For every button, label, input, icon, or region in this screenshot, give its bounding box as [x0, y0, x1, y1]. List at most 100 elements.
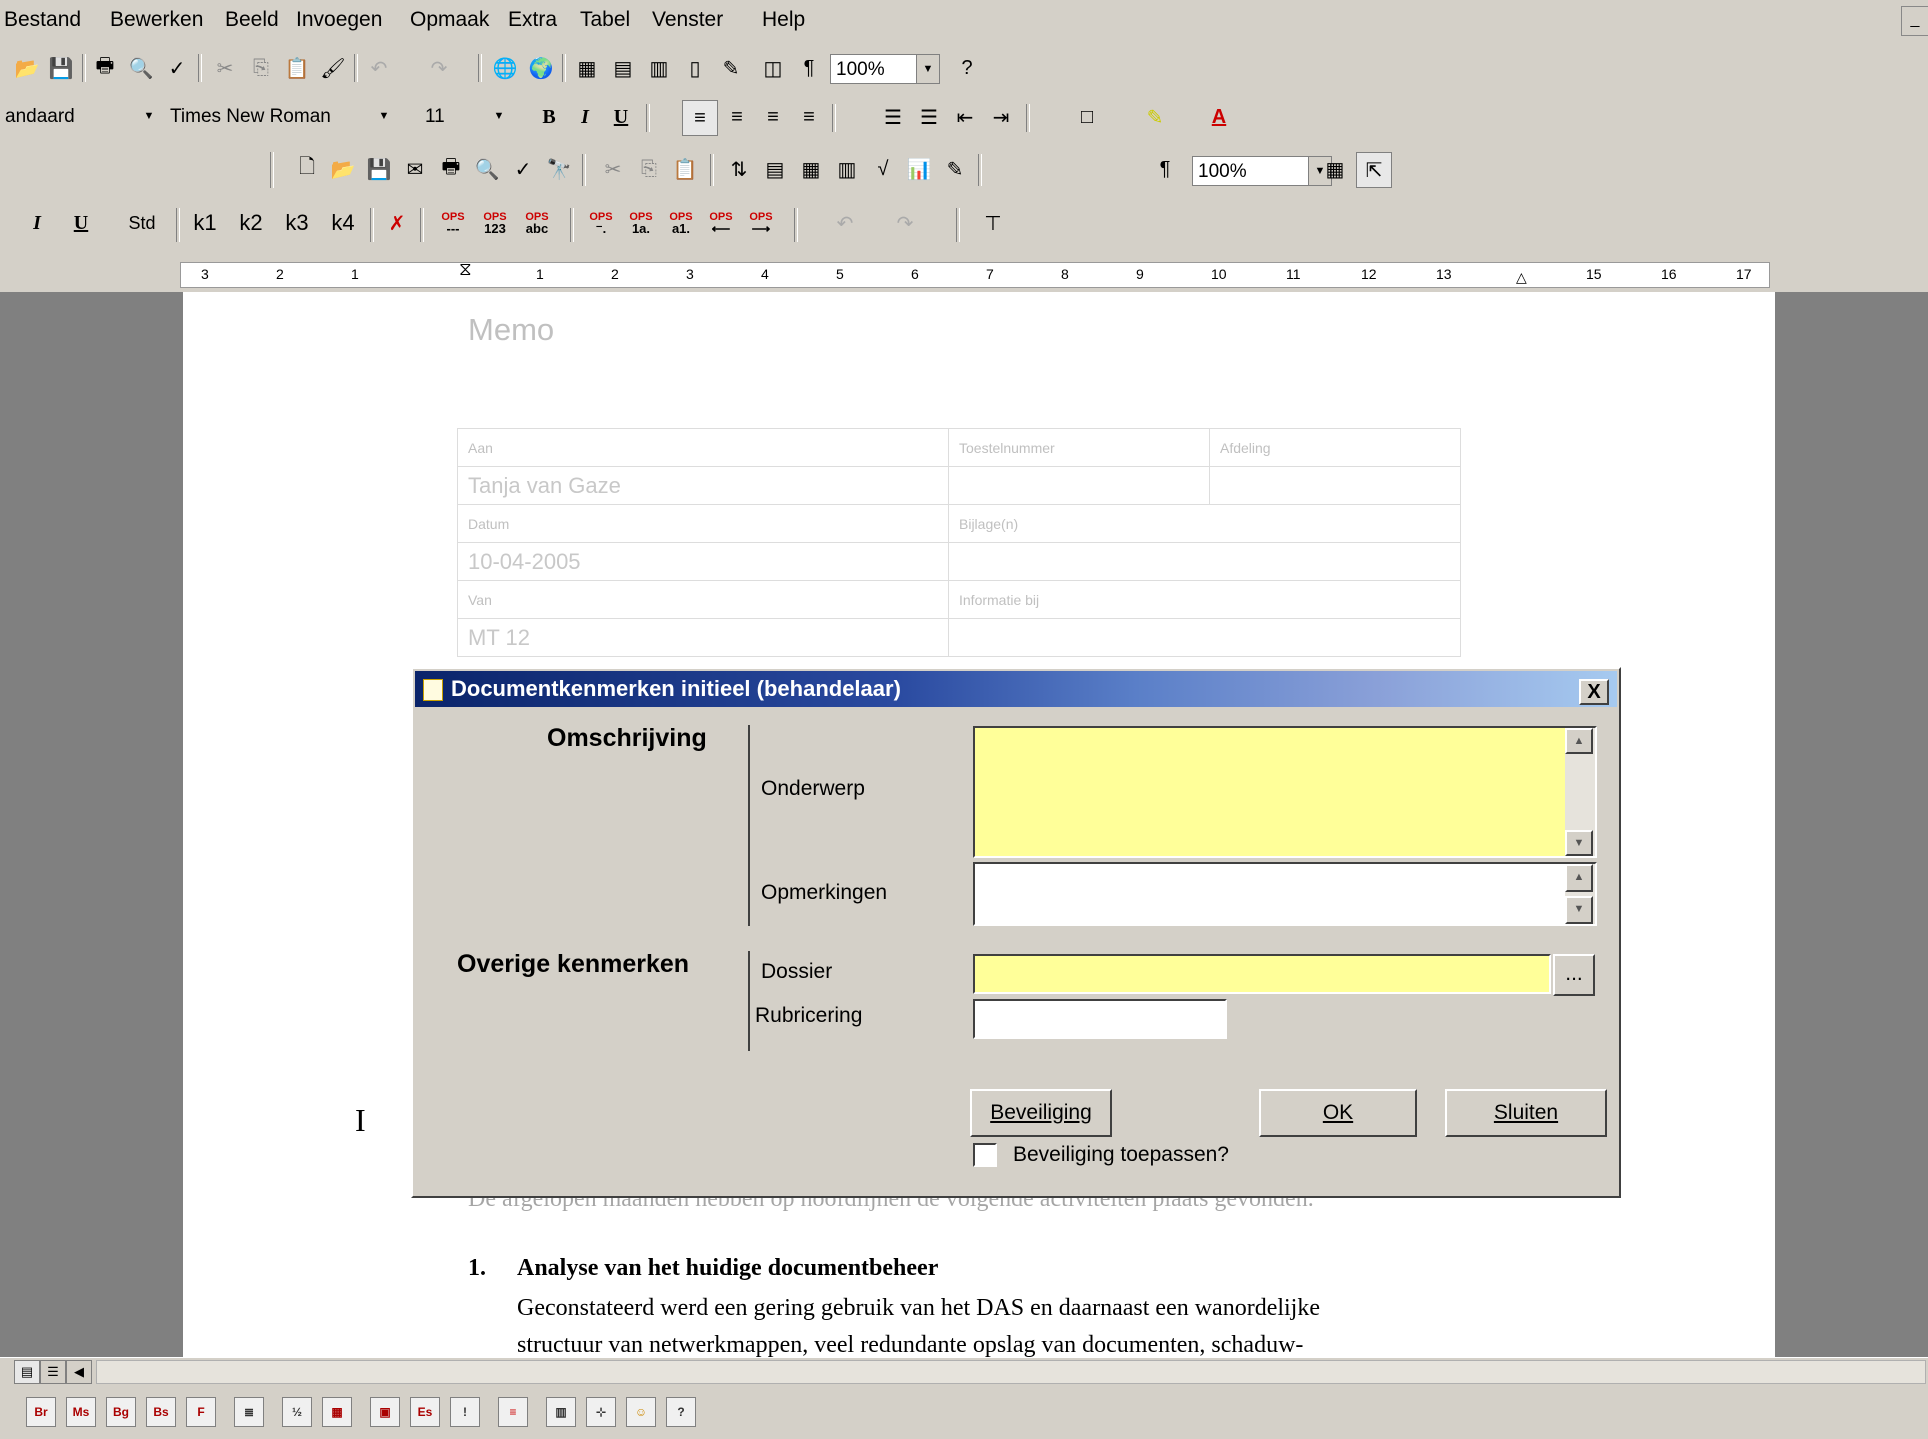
- sluiten-button[interactable]: Sluiten: [1445, 1089, 1607, 1137]
- insert-table-icon[interactable]: ▥: [830, 152, 864, 186]
- spelling-icon[interactable]: ✓: [160, 51, 194, 85]
- ops-bullet-button[interactable]: OPS ⁻.: [582, 212, 620, 236]
- menu-invoegen[interactable]: Invoegen: [296, 8, 382, 32]
- k1-button[interactable]: k1: [182, 206, 228, 240]
- scroll-track[interactable]: [96, 1360, 1926, 1384]
- beveiliging-checkbox[interactable]: [973, 1143, 997, 1167]
- underline-button[interactable]: U: [64, 206, 98, 240]
- help-icon[interactable]: ?: [666, 1397, 696, 1427]
- cut-icon[interactable]: ✂: [596, 152, 630, 186]
- underline-button[interactable]: U: [604, 100, 638, 134]
- ops-a1-button[interactable]: OPS a1.: [662, 212, 700, 236]
- ops-indent-button[interactable]: OPS ⟶: [742, 212, 780, 236]
- chevron-down-icon[interactable]: ▼: [488, 102, 510, 130]
- chevron-down-icon[interactable]: ▼: [916, 55, 939, 83]
- ops-abc-button[interactable]: OPS abc: [518, 212, 556, 236]
- close-button[interactable]: X: [1579, 679, 1609, 705]
- table-color-icon[interactable]: ▦: [322, 1397, 352, 1427]
- zoom-combo[interactable]: 100% ▼: [830, 54, 940, 84]
- style-combo[interactable]: andaard ▼: [0, 102, 160, 132]
- align-center-icon[interactable]: ≡: [720, 100, 754, 134]
- alert-icon[interactable]: !: [450, 1397, 480, 1427]
- menu-help[interactable]: Help: [762, 8, 805, 32]
- ops-123-button[interactable]: OPS 123: [476, 212, 514, 236]
- select-icon[interactable]: ⇱: [1356, 152, 1392, 188]
- menu-extra[interactable]: Extra: [508, 8, 557, 32]
- indent-marker-icon[interactable]: ⧖: [459, 259, 472, 280]
- minimize-button[interactable]: _: [1901, 6, 1928, 36]
- save-icon[interactable]: 💾: [362, 152, 396, 186]
- justify-icon[interactable]: ≡: [792, 100, 826, 134]
- insert-excel-icon[interactable]: ▥: [642, 51, 676, 85]
- dossier-field[interactable]: [973, 954, 1551, 994]
- size-combo[interactable]: 11 ▼: [420, 102, 510, 132]
- outline-view-icon[interactable]: ☰: [40, 1360, 66, 1384]
- bold-button[interactable]: B: [532, 100, 566, 134]
- undo-icon[interactable]: ↶: [828, 206, 862, 240]
- align-right-icon[interactable]: ≡: [756, 100, 790, 134]
- format-painter-icon[interactable]: 🖌: [316, 51, 350, 85]
- normal-view-icon[interactable]: ▤: [14, 1360, 40, 1384]
- chart-icon[interactable]: 📊: [902, 152, 936, 186]
- italic-button[interactable]: I: [568, 100, 602, 134]
- columns-icon[interactable]: ▯: [678, 51, 712, 85]
- drawing-icon[interactable]: ✎: [938, 152, 972, 186]
- onderwerp-field[interactable]: ▲ ▼: [973, 726, 1597, 858]
- br-icon[interactable]: Br: [26, 1397, 56, 1427]
- zoom-combo-secondary[interactable]: 100% ▼: [1192, 156, 1332, 186]
- show-hide-icon[interactable]: ¶: [792, 51, 826, 85]
- fraction-icon[interactable]: ½: [282, 1397, 312, 1427]
- ops-1a-button[interactable]: OPS 1a.: [622, 212, 660, 236]
- menu-bestand[interactable]: Bestand: [4, 8, 81, 32]
- open-icon[interactable]: 📂: [326, 152, 360, 186]
- document-map-icon[interactable]: ◫: [756, 51, 790, 85]
- scroll-down-icon[interactable]: ▼: [1565, 830, 1593, 856]
- decrease-indent-icon[interactable]: ⇤: [948, 100, 982, 134]
- right-indent-marker-icon[interactable]: △: [1516, 269, 1527, 286]
- stripes-icon[interactable]: ≡: [498, 1397, 528, 1427]
- print-icon[interactable]: 🖶: [88, 51, 122, 85]
- ops-clear-icon[interactable]: ✗: [380, 206, 414, 240]
- highlight-icon[interactable]: ✎: [1138, 100, 1172, 134]
- chevron-down-icon[interactable]: ▼: [373, 102, 395, 130]
- bullets-icon[interactable]: ☰: [912, 100, 946, 134]
- ok-button[interactable]: OK: [1259, 1089, 1417, 1137]
- menu-venster[interactable]: Venster: [652, 8, 723, 32]
- scroll-up-icon[interactable]: ▲: [1565, 864, 1593, 892]
- esl-icon[interactable]: Es: [410, 1397, 440, 1427]
- horizontal-scrollbar[interactable]: ▤ ☰ ◀: [0, 1357, 1928, 1386]
- bsl-icon[interactable]: Bs: [146, 1397, 176, 1427]
- rubricering-field[interactable]: [973, 999, 1227, 1039]
- increase-indent-icon[interactable]: ⇥: [984, 100, 1018, 134]
- bgl-icon[interactable]: Bg: [106, 1397, 136, 1427]
- spelling-icon[interactable]: ✓: [506, 152, 540, 186]
- form-icon[interactable]: ▤: [758, 152, 792, 186]
- new-icon[interactable]: 🗋: [290, 152, 324, 186]
- beveiliging-button[interactable]: Beveiliging: [970, 1089, 1112, 1137]
- scroll-left-icon[interactable]: ◀: [66, 1360, 92, 1384]
- table-icon[interactable]: ▦: [794, 152, 828, 186]
- paste-icon[interactable]: 📋: [668, 152, 702, 186]
- menu-bewerken[interactable]: Bewerken: [110, 8, 203, 32]
- tables-borders-icon[interactable]: ▦: [570, 51, 604, 85]
- list-icon[interactable]: ≣: [234, 1397, 264, 1427]
- hyperlink-icon[interactable]: 🌐: [488, 51, 522, 85]
- ms-icon[interactable]: Ms: [66, 1397, 96, 1427]
- font-combo[interactable]: Times New Roman ▼: [165, 102, 395, 132]
- smiley-icon[interactable]: ☺: [626, 1397, 656, 1427]
- std-button[interactable]: Std: [118, 206, 166, 240]
- web-toolbar-icon[interactable]: 🌍: [524, 51, 558, 85]
- cut-icon[interactable]: ✂: [208, 51, 242, 85]
- find-icon[interactable]: 🔭: [542, 152, 576, 186]
- f-icon[interactable]: F: [186, 1397, 216, 1427]
- menu-tabel[interactable]: Tabel: [580, 8, 630, 32]
- drawing-icon[interactable]: ✎: [714, 51, 748, 85]
- save-icon[interactable]: 💾: [44, 51, 78, 85]
- scrollbar[interactable]: ▲ ▼: [1565, 728, 1595, 856]
- copy-icon[interactable]: ⎘: [632, 152, 666, 186]
- font-color-icon[interactable]: A: [1202, 100, 1236, 134]
- help-icon[interactable]: ?: [950, 51, 984, 85]
- k4-button[interactable]: k4: [320, 206, 366, 240]
- ops-dash-button[interactable]: OPS ---: [434, 212, 472, 236]
- redo-icon[interactable]: ↷: [888, 206, 922, 240]
